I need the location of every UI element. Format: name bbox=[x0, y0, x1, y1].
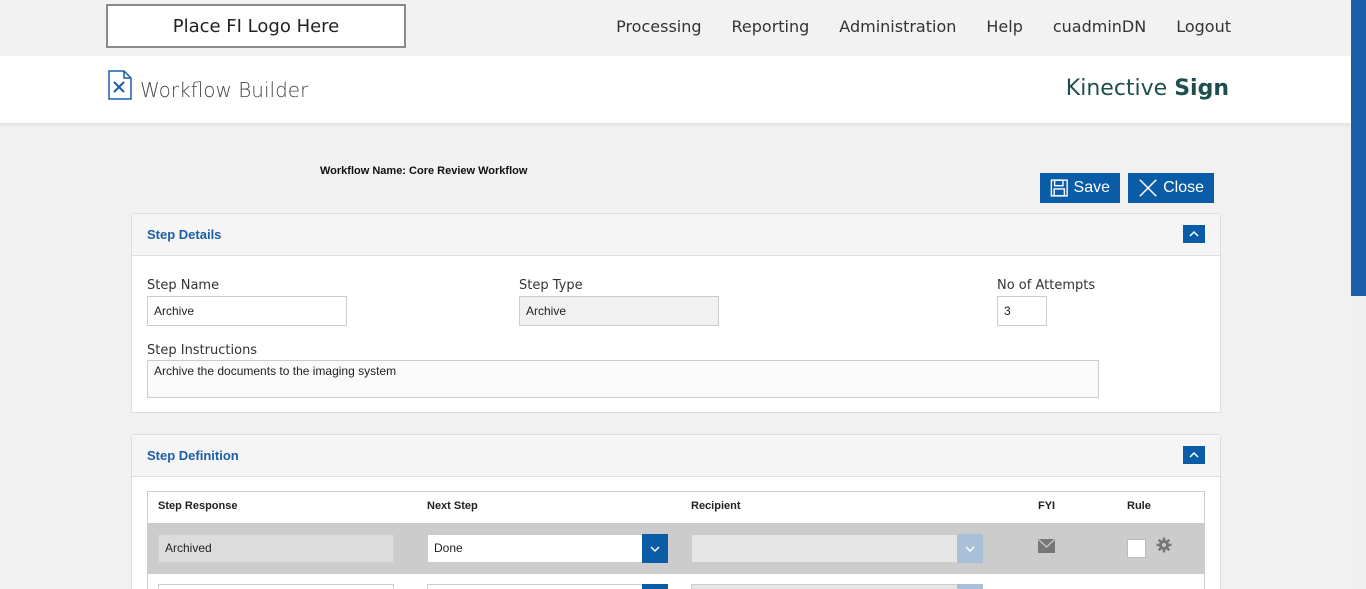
top-bar: Place FI Logo Here Processing Reporting … bbox=[0, 0, 1351, 56]
step-definition-panel: Step Definition Step Response Next Step … bbox=[131, 434, 1221, 589]
attempts-input[interactable]: 3 bbox=[997, 296, 1047, 326]
close-icon bbox=[1139, 179, 1157, 197]
main-nav: Processing Reporting Administration Help… bbox=[586, 17, 1231, 36]
collapse-step-definition-button[interactable] bbox=[1183, 446, 1205, 464]
step-details-header: Step Details bbox=[132, 214, 1220, 256]
close-label: Close bbox=[1163, 179, 1204, 196]
scrollbar-thumb[interactable] bbox=[1351, 0, 1366, 296]
workflow-name: Workflow Name: Core Review Workflow bbox=[320, 165, 528, 177]
save-button[interactable]: Save bbox=[1040, 173, 1120, 203]
nav-logout[interactable]: Logout bbox=[1176, 17, 1231, 36]
chevron-up-icon bbox=[1189, 230, 1199, 237]
table-row bbox=[148, 574, 1204, 589]
step-definition-title: Step Definition bbox=[147, 448, 239, 463]
recipient-select bbox=[691, 584, 983, 589]
nav-help[interactable]: Help bbox=[986, 17, 1022, 36]
table-row: Archived Done bbox=[148, 523, 1204, 574]
page-title: Workflow Builder bbox=[140, 78, 309, 102]
step-response-field[interactable] bbox=[158, 584, 394, 589]
attempts-label: No of Attempts bbox=[997, 278, 1096, 293]
step-name-label: Step Name bbox=[147, 278, 220, 293]
instructions-label: Step Instructions bbox=[147, 343, 258, 358]
recipient-dropdown-button bbox=[957, 584, 983, 589]
column-header-next-step: Next Step bbox=[427, 500, 478, 512]
chevron-down-icon bbox=[965, 545, 975, 552]
step-details-panel: Step Details Step Name Archive Step Type… bbox=[131, 213, 1221, 413]
step-response-table: Step Response Next Step Recipient FYI Ru… bbox=[147, 491, 1205, 589]
chevron-up-icon bbox=[1189, 451, 1199, 458]
next-step-dropdown-button[interactable] bbox=[642, 584, 668, 589]
save-icon bbox=[1050, 179, 1068, 197]
save-label: Save bbox=[1073, 179, 1110, 196]
column-header-step-response: Step Response bbox=[158, 500, 238, 512]
instructions-textarea[interactable]: Archive the documents to the imaging sys… bbox=[147, 360, 1099, 398]
step-response-field: Archived bbox=[158, 534, 394, 563]
brand-logo: Kinective Sign bbox=[1065, 76, 1229, 101]
next-step-select[interactable] bbox=[427, 584, 668, 589]
step-type-label: Step Type bbox=[519, 278, 583, 293]
column-header-rule: Rule bbox=[1127, 500, 1151, 512]
step-type-field: Archive bbox=[519, 296, 719, 326]
collapse-step-details-button[interactable] bbox=[1183, 225, 1205, 243]
column-header-recipient: Recipient bbox=[691, 500, 741, 512]
gear-icon[interactable] bbox=[1156, 537, 1172, 553]
step-definition-header: Step Definition bbox=[132, 435, 1220, 477]
nav-processing[interactable]: Processing bbox=[616, 17, 701, 36]
recipient-select bbox=[691, 534, 983, 563]
step-details-title: Step Details bbox=[147, 227, 222, 242]
envelope-icon[interactable] bbox=[1038, 539, 1055, 553]
close-button[interactable]: Close bbox=[1128, 173, 1214, 203]
nav-user[interactable]: cuadminDN bbox=[1053, 17, 1146, 36]
column-header-fyi: FYI bbox=[1038, 500, 1056, 512]
rule-checkbox[interactable] bbox=[1127, 539, 1146, 558]
nav-reporting[interactable]: Reporting bbox=[732, 17, 810, 36]
next-step-dropdown-button[interactable] bbox=[642, 534, 668, 563]
step-name-input[interactable]: Archive bbox=[147, 296, 347, 326]
chevron-down-icon bbox=[650, 545, 660, 552]
page-header: Workflow Builder Kinective Sign bbox=[0, 56, 1351, 123]
next-step-select[interactable]: Done bbox=[427, 534, 668, 563]
recipient-dropdown-button bbox=[957, 534, 983, 563]
logo-placeholder: Place FI Logo Here bbox=[106, 4, 406, 48]
nav-administration[interactable]: Administration bbox=[839, 17, 956, 36]
workflow-builder-icon bbox=[108, 70, 132, 100]
